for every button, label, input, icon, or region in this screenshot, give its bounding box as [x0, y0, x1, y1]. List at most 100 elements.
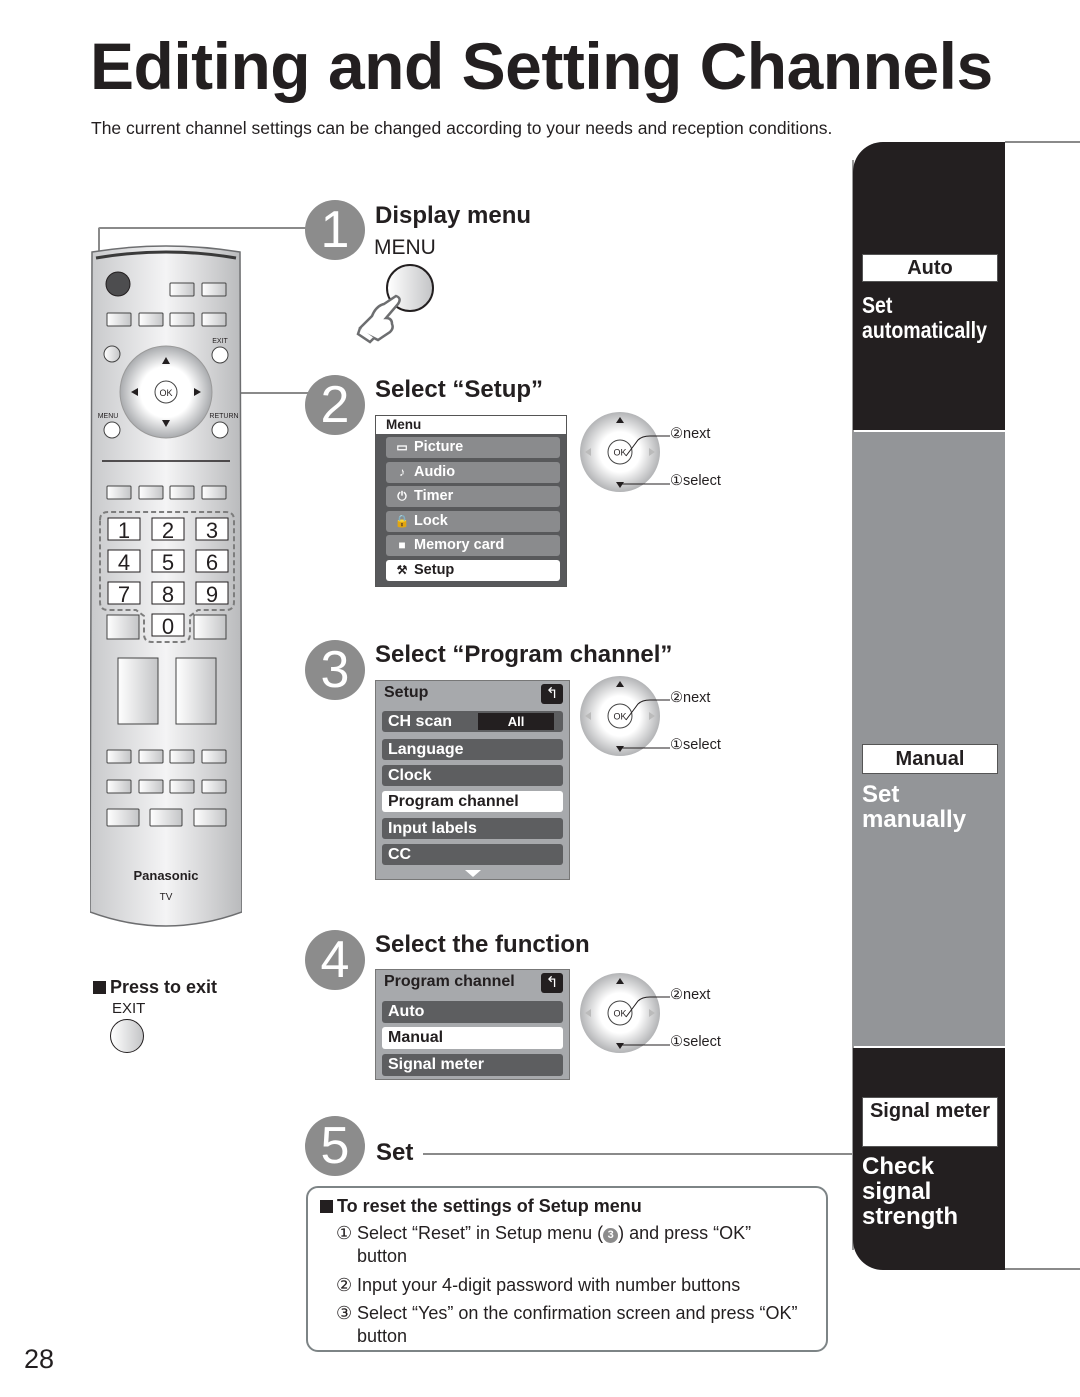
- side-tab-auto: Auto Set automatically: [853, 142, 1005, 430]
- remote-number-key-label: 6: [206, 550, 218, 575]
- lock-icon: 🔒: [394, 513, 410, 528]
- setup-menu-item-clock[interactable]: Clock: [382, 765, 563, 786]
- music-note-icon: ♪: [399, 464, 405, 479]
- reset-step-2: ② Input your 4-digit password with numbe…: [336, 1275, 741, 1295]
- bullet-square-icon: [320, 1200, 333, 1213]
- step-reference-badge: 3: [603, 1228, 619, 1243]
- side-tab-manual: Manual Set manually: [853, 432, 1005, 1046]
- picture-icon: ▭: [396, 440, 408, 454]
- signal-meter-description: Check signal strength: [862, 1153, 958, 1230]
- main-menu-item-timer[interactable]: ⏻ Timer: [386, 486, 560, 507]
- step-5-title: Set: [376, 1139, 414, 1166]
- dpad-select-label: ①select: [670, 737, 721, 753]
- page-title: Editing and Setting Channels: [90, 29, 993, 103]
- step-2-number: 2: [305, 375, 365, 435]
- return-icon: ↰: [541, 684, 563, 704]
- exit-hint-title: Press to exit: [93, 977, 217, 998]
- remote-menu-button: [103, 421, 121, 439]
- step-2-title: Select “Setup”: [375, 376, 544, 403]
- setup-menu-item-program-channel[interactable]: Program channel: [382, 791, 563, 812]
- power-icon: ⏻: [397, 489, 407, 503]
- menu-connector-line-top: [98, 227, 308, 229]
- menu-button-label: MENU: [374, 236, 436, 259]
- ch-scan-value[interactable]: All: [478, 713, 554, 730]
- bullet-square-icon: [93, 981, 106, 994]
- power-button: [105, 271, 131, 297]
- remote-number-key-label: 2: [162, 518, 174, 543]
- svg-text:OK: OK: [613, 448, 626, 458]
- main-menu-item-setup[interactable]: ⚒ Setup: [386, 559, 560, 581]
- main-menu-item-audio[interactable]: ♪ Audio: [386, 461, 560, 483]
- svg-text:TV: TV: [160, 892, 173, 903]
- dpad-select-label: ①select: [670, 473, 721, 489]
- program-channel-item-signal-meter[interactable]: Signal meter: [382, 1054, 563, 1076]
- svg-text:OK: OK: [159, 388, 172, 398]
- pressing-hand-icon: [356, 294, 401, 344]
- page-number: 28: [24, 1344, 55, 1374]
- remote-number-key-label: 8: [162, 582, 174, 607]
- reset-settings-box: To reset the settings of Setup menu ① Se…: [306, 1186, 828, 1352]
- setup-menu-osd: Setup ↰ CH scan All Language Clock Program c…: [375, 680, 570, 880]
- program-channel-header: Program channel: [384, 973, 515, 990]
- scroll-down-arrow-icon: [465, 870, 481, 877]
- main-menu-item-lock[interactable]: 🔒 Lock: [386, 510, 560, 532]
- manual-description: Set manually: [862, 781, 967, 833]
- step-4-number: 4: [305, 930, 365, 990]
- exit-button-label: EXIT: [112, 1000, 146, 1017]
- setup-menu-item-cc[interactable]: CC: [382, 844, 563, 865]
- side-tab-panel: Auto Set automatically Manual Set manual…: [853, 142, 1005, 1270]
- remote-number-key-label: 5: [162, 550, 174, 575]
- main-menu-item-picture[interactable]: ▭ Picture: [386, 437, 560, 458]
- program-channel-item-auto[interactable]: Auto: [382, 1001, 563, 1023]
- program-channel-item-manual[interactable]: Manual: [382, 1027, 563, 1049]
- reset-step-1: ① Select “Reset” in Setup menu (3) and p…: [336, 1223, 752, 1266]
- svg-text:OK: OK: [613, 712, 626, 722]
- reset-step-3: ③ Select “Yes” on the confirmation scree…: [336, 1303, 798, 1346]
- setup-tool-icon: ⚒: [396, 562, 408, 577]
- svg-text:MENU: MENU: [98, 413, 119, 420]
- svg-text:Panasonic: Panasonic: [133, 868, 198, 883]
- dpad-icon: OK: [580, 973, 670, 1053]
- remote-exit-button: [211, 346, 229, 364]
- signal-meter-tag: Signal meter: [862, 1097, 998, 1147]
- main-menu-header: Menu: [376, 416, 566, 434]
- step-4-title: Select the function: [375, 931, 590, 958]
- memory-card-icon: ■: [398, 538, 406, 552]
- dpad-icon: OK: [580, 676, 670, 756]
- side-tab-rule-bottom: [1005, 1268, 1080, 1270]
- step-1-title: Display menu: [375, 202, 532, 229]
- auto-description: Set automatically: [862, 292, 987, 343]
- setup-menu-item-ch-scan[interactable]: CH scan All: [382, 711, 563, 732]
- remote-return-button: [211, 421, 229, 439]
- dpad-next-label: ②next: [670, 426, 711, 442]
- manual-tag: Manual: [862, 744, 998, 774]
- dpad-next-label: ②next: [670, 987, 711, 1003]
- setup-menu-item-language[interactable]: Language: [382, 739, 563, 760]
- dpad-next-label: ②next: [670, 690, 711, 706]
- dpad-icon: OK: [580, 412, 670, 492]
- return-icon: ↰: [541, 973, 563, 993]
- setup-menu-item-input-labels[interactable]: Input labels: [382, 818, 563, 839]
- svg-text:EXIT: EXIT: [212, 338, 228, 345]
- remote-number-key-label: 1: [118, 518, 130, 543]
- side-tab-rule-top: [1005, 141, 1080, 143]
- svg-text:OK: OK: [613, 1009, 626, 1019]
- dpad-hint: OK ②next ①select: [580, 412, 740, 494]
- remote-number-key-label: 4: [118, 550, 130, 575]
- auto-tag: Auto: [862, 254, 998, 282]
- remote-number-key-label: 9: [206, 582, 218, 607]
- dpad-select-label: ①select: [670, 1034, 721, 1050]
- remote-number-key-label: 3: [206, 518, 218, 543]
- svg-text:RETURN: RETURN: [209, 413, 238, 420]
- remote-number-key-label: 7: [118, 582, 130, 607]
- remote-number-key-label: 0: [162, 614, 174, 639]
- step-3-number: 3: [305, 640, 365, 700]
- remote-control: EXIT OK MENU RETURN 1 2 3 4 5 6 7 8 9 0 Panasonic…: [89, 240, 243, 930]
- setup-menu-header: Setup: [384, 684, 429, 701]
- step-5-number: 5: [305, 1116, 365, 1176]
- main-menu-item-memory-card[interactable]: ■ Memory card: [386, 535, 560, 556]
- dpad-hint: OK ②next ①select: [580, 973, 740, 1055]
- step-1-number: 1: [305, 200, 365, 260]
- page-subtitle: The current channel settings can be chan…: [91, 118, 833, 138]
- step-3-title: Select “Program channel”: [375, 641, 673, 668]
